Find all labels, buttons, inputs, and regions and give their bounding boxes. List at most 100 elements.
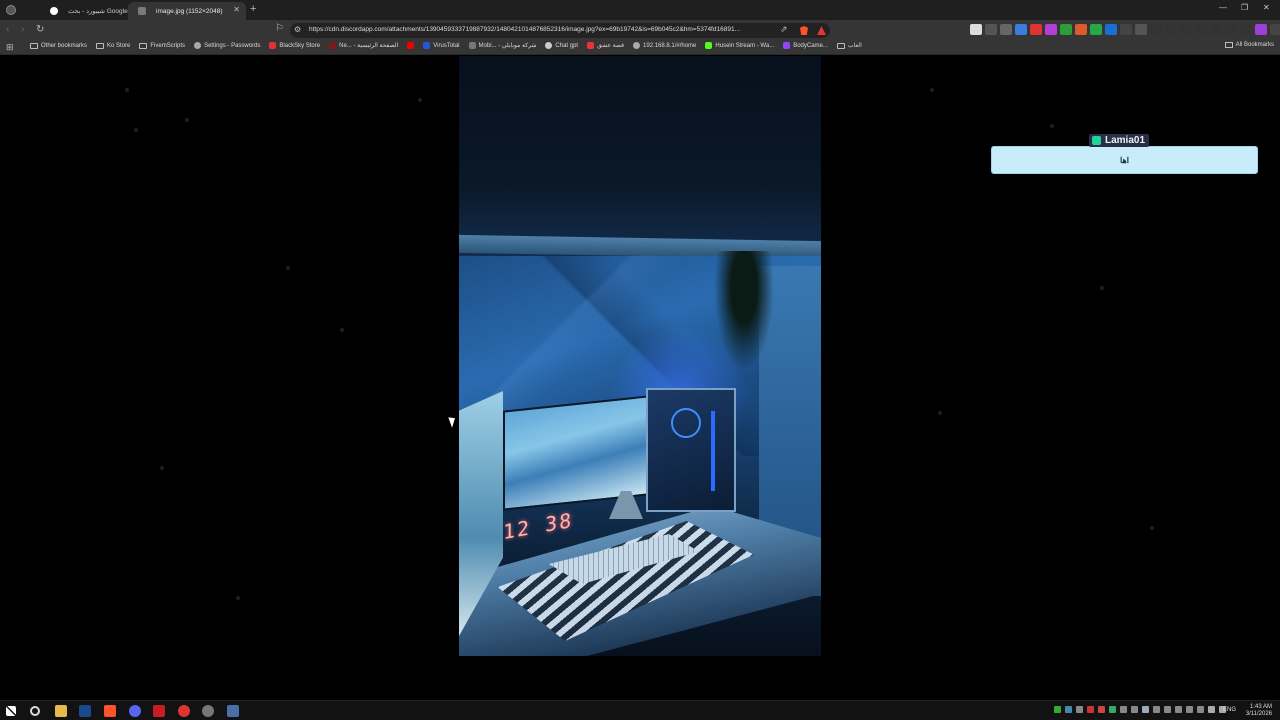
tab-image[interactable]: image.jpg (1152×2048) ✕: [128, 2, 246, 20]
extension-globe-icon[interactable]: [1015, 24, 1027, 35]
restore-icon[interactable]: ❐: [1241, 3, 1248, 12]
bookmark-settings-passwords[interactable]: Settings - Passwords: [194, 42, 260, 49]
url-text[interactable]: https://cdn.discordapp.com/attachments/1…: [309, 26, 769, 33]
tray-app-icon[interactable]: [1186, 706, 1193, 713]
bookmark-news[interactable]: Ne... - الصفحة الرئيسية: [329, 42, 398, 49]
extension-download-icon[interactable]: [1045, 24, 1057, 35]
search-icon[interactable]: [30, 706, 40, 716]
setup-photo[interactable]: 12 38: [459, 56, 821, 700]
network-icon[interactable]: [1208, 706, 1215, 713]
address-bar[interactable]: ⚙ https://cdn.discordapp.com/attachments…: [290, 23, 830, 38]
close-window-icon[interactable]: ✕: [1263, 3, 1270, 12]
apps-grid-icon[interactable]: ⊞: [6, 42, 14, 53]
toolbar: ‹ › ↻ ⚐ ⚙ https://cdn.discordapp.com/att…: [0, 20, 1280, 40]
tray-app-icon[interactable]: [1087, 706, 1094, 713]
bookmark-label: BodyCame...: [793, 42, 828, 49]
vpn-icon[interactable]: [1225, 24, 1237, 35]
tab-google-search[interactable]: شيبورد - بحث Google: [40, 2, 128, 20]
extension-icon[interactable]: [985, 24, 997, 35]
bookmark-other[interactable]: Other bookmarks: [30, 42, 87, 49]
extension-green-icon[interactable]: [1060, 24, 1072, 35]
settings-gear-icon[interactable]: [202, 705, 214, 717]
bookmark-label: العاب: [847, 43, 862, 49]
extension-glasses-icon[interactable]: [1000, 24, 1012, 35]
bookmark-chatgpt[interactable]: Chat gpt: [545, 42, 578, 49]
tray-app-icon[interactable]: [1175, 706, 1182, 713]
tray-app-icon[interactable]: [1076, 706, 1083, 713]
tray-app-icon[interactable]: [1098, 706, 1105, 713]
extension-chat-icon[interactable]: [1090, 24, 1102, 35]
bookmark-mobily[interactable]: Mobi... - شركة موبايلي: [468, 42, 536, 49]
all-bookmarks-label: All Bookmarks: [1235, 42, 1274, 48]
browser-menu-icon[interactable]: [6, 5, 16, 15]
profile-icon[interactable]: [1255, 24, 1267, 35]
bookmark-bodycame[interactable]: BodyCame...: [783, 42, 828, 49]
bookmark-story[interactable]: قصة عشق: [587, 42, 624, 49]
tab-search-icon[interactable]: [1195, 24, 1207, 35]
bookmark-ko-store[interactable]: Ko Store: [96, 42, 130, 49]
wallet-icon[interactable]: [1240, 24, 1252, 35]
extension-orange-icon[interactable]: [1075, 24, 1087, 35]
language-indicator[interactable]: ENG: [1223, 707, 1236, 713]
bookmark-blacksky-store[interactable]: BlackSky Store: [269, 42, 320, 49]
page-viewport: 12 38 اها Lamia01: [0, 56, 1280, 700]
bookmark-virustotal[interactable]: VirusTotal: [423, 42, 460, 49]
close-tab-icon[interactable]: ✕: [233, 5, 240, 14]
share-icon[interactable]: ⇗: [780, 24, 788, 35]
obs-icon[interactable]: [178, 705, 190, 717]
discord-icon[interactable]: [129, 705, 141, 717]
leo-icon[interactable]: [1210, 24, 1222, 35]
extension-blue-icon[interactable]: [1105, 24, 1117, 35]
tray-steam-icon[interactable]: [1142, 706, 1149, 713]
bookmark-label: Ne... - الصفحة الرئيسية: [339, 43, 399, 49]
bookmark-label: 192.168.8.1/#/home: [643, 42, 697, 49]
bookmark-youtube[interactable]: [407, 42, 415, 49]
tray-app-icon[interactable]: [1197, 706, 1204, 713]
background-dot: [286, 266, 290, 270]
background-dot: [930, 88, 934, 92]
back-icon[interactable]: ‹: [6, 24, 9, 35]
extension-diamond-icon[interactable]: [970, 24, 982, 35]
menu-icon[interactable]: [1270, 24, 1280, 35]
bookmark-games[interactable]: العاب: [836, 42, 862, 49]
bookmark-label: Chat gpt: [555, 42, 579, 49]
bookmark-label: Ko Store: [107, 42, 131, 49]
tray-app-icon[interactable]: [1065, 706, 1072, 713]
reload-icon[interactable]: ↻: [36, 24, 44, 35]
chat-message-text: اها: [1120, 155, 1129, 165]
youtube-icon: [407, 42, 415, 49]
tray-app-icon[interactable]: [1109, 706, 1116, 713]
sidebar-icon[interactable]: [1180, 24, 1192, 35]
app-window-icon[interactable]: [227, 705, 239, 717]
tray-app-icon[interactable]: [1153, 706, 1160, 713]
all-bookmarks[interactable]: All Bookmarks: [1224, 42, 1274, 48]
extension-red-icon[interactable]: [1030, 24, 1042, 35]
site-info-icon[interactable]: ⚙: [294, 25, 301, 34]
tray-app-icon[interactable]: [1164, 706, 1171, 713]
brave-icon[interactable]: [104, 705, 116, 717]
extension-box-icon[interactable]: [1135, 24, 1147, 35]
bookmark-icon[interactable]: ⚐: [275, 23, 284, 34]
extension-puzzle-icon[interactable]: [1150, 24, 1162, 35]
windows-start-icon[interactable]: [6, 706, 16, 716]
brave-rewards-icon[interactable]: [817, 26, 826, 35]
brave-shields-icon[interactable]: [800, 26, 808, 35]
valorant-icon[interactable]: [153, 705, 165, 717]
file-explorer-icon[interactable]: [55, 705, 67, 717]
bookmark-router[interactable]: 192.168.8.1/#/home: [633, 42, 696, 49]
tray-chevron-icon[interactable]: [1120, 706, 1127, 713]
media-controls-icon[interactable]: [1165, 24, 1177, 35]
bookmark-label: BlackSky Store: [279, 42, 321, 49]
new-tab-icon[interactable]: +: [250, 3, 256, 15]
extension-wave-icon[interactable]: [1120, 24, 1132, 35]
bookmark-label: Other bookmarks: [41, 42, 88, 49]
bookmark-fivemscripts[interactable]: FivemScripts: [139, 42, 185, 49]
minimize-icon[interactable]: —: [1219, 3, 1227, 12]
system-clock[interactable]: 1:43 AM 3/11/2026: [1246, 704, 1272, 718]
bookmark-husein-stream[interactable]: Husein Stream - Wa...: [705, 42, 774, 49]
steam-icon[interactable]: [79, 705, 91, 717]
forward-icon[interactable]: ›: [21, 24, 24, 35]
tray-nvidia-icon[interactable]: [1054, 706, 1061, 713]
photo-bottom-shadow: [459, 656, 821, 700]
tray-pen-icon[interactable]: [1131, 706, 1138, 713]
